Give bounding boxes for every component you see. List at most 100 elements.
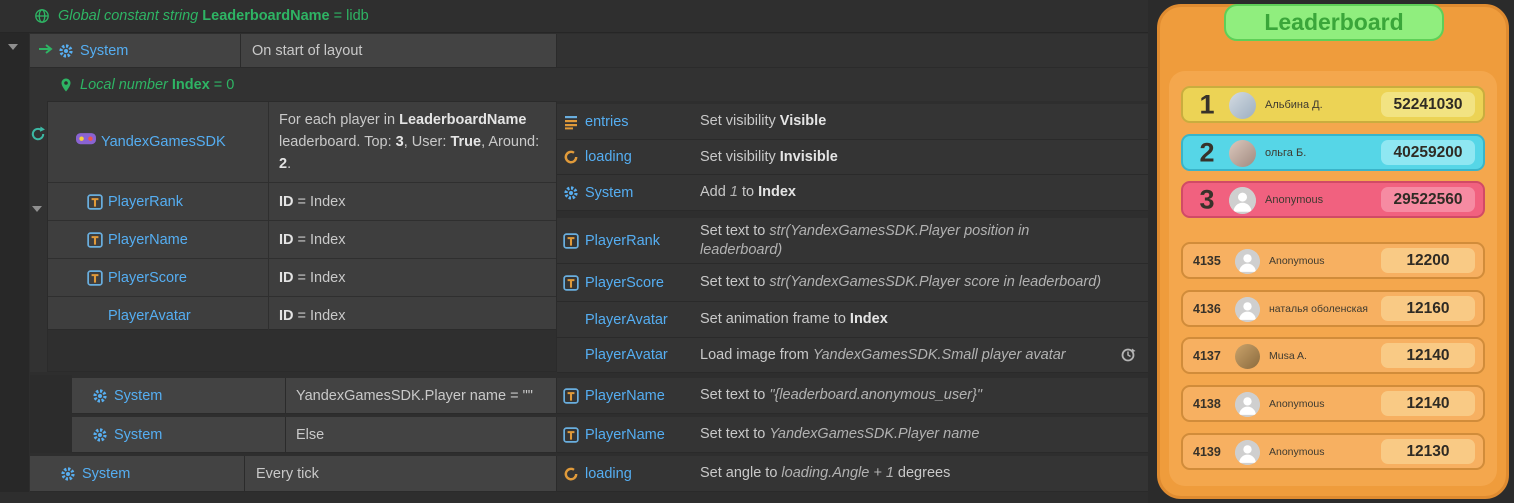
- player-name: Musa A.: [1269, 350, 1307, 362]
- condition-object-cell[interactable]: PlayerRank: [48, 183, 269, 220]
- player-score: 12130: [1406, 443, 1449, 461]
- condition-object-name[interactable]: YandexGamesSDK: [101, 134, 226, 150]
- subevent1-object-cell[interactable]: System: [72, 378, 286, 414]
- condition-param-cell[interactable]: For each player in LeaderboardName leade…: [269, 102, 556, 182]
- action-object-name[interactable]: PlayerName: [585, 388, 700, 404]
- player-score: 12140: [1406, 347, 1449, 365]
- action-row-avatar-frame[interactable]: PlayerAvatar Set animation frame to Inde…: [557, 302, 1148, 338]
- rank-label: 4135: [1193, 254, 1235, 268]
- condition-object-name[interactable]: PlayerAvatar: [108, 308, 191, 324]
- sub-event-margin: [30, 375, 72, 453]
- subevent2-condition-cell[interactable]: Else: [286, 417, 557, 453]
- text-object-icon: [563, 275, 579, 291]
- leaderboard-row: 4136 наталья оболенская 12160: [1181, 290, 1485, 327]
- local-variable-declaration: Local number Index = 0: [80, 77, 234, 93]
- condition-row-sdk[interactable]: YandexGamesSDK For each player in Leader…: [48, 102, 556, 183]
- tick-event-condition-cell[interactable]: Every tick: [245, 456, 557, 492]
- player-score: 12200: [1406, 252, 1449, 270]
- condition-object-name[interactable]: PlayerScore: [108, 270, 187, 286]
- action-row-entries-visible[interactable]: entries Set visibility Visible: [557, 104, 1148, 140]
- condition-row-playerscore[interactable]: PlayerScore ID = Index: [48, 259, 556, 297]
- rank-label: 4138: [1193, 397, 1235, 411]
- leaderboard-row: 3 Anonymous 29522560: [1181, 181, 1485, 218]
- player-name: Anonymous: [1269, 446, 1324, 458]
- condition-object-cell[interactable]: YandexGamesSDK: [48, 102, 269, 182]
- score-chip: 12140: [1381, 391, 1475, 416]
- player-name: Anonymous: [1269, 255, 1324, 267]
- action-row-add-index[interactable]: System Add 1 to Index: [557, 175, 1148, 211]
- action-object-name[interactable]: loading: [585, 466, 700, 482]
- player-name: наталья оболенская: [1269, 303, 1368, 315]
- player-score: 12140: [1406, 395, 1449, 413]
- condition-row-playerrank[interactable]: PlayerRank ID = Index: [48, 183, 556, 221]
- text-object-icon: [563, 427, 579, 443]
- action-object-name[interactable]: PlayerScore: [585, 275, 700, 291]
- action-object-name[interactable]: entries: [585, 114, 700, 130]
- local-variable-row[interactable]: Local number Index = 0: [30, 68, 1148, 101]
- condition-object-name[interactable]: System: [82, 466, 130, 482]
- subevent1-condition-cell[interactable]: YandexGamesSDK.Player name = "": [286, 378, 557, 414]
- action-row-loading-angle[interactable]: loading Set angle to loading.Angle + 1 d…: [557, 456, 1148, 492]
- expand-icon[interactable]: [8, 44, 18, 50]
- subevent2-object-cell[interactable]: System: [72, 417, 286, 453]
- action-row-loading-invisible[interactable]: loading Set visibility Invisible: [557, 140, 1148, 175]
- action-text: Add 1 to Index: [700, 183, 1140, 202]
- sdk-condition-block: YandexGamesSDK For each player in Leader…: [47, 101, 557, 330]
- action-row-score-text[interactable]: PlayerScore Set text to str(YandexGamesS…: [557, 264, 1148, 302]
- action-object-name[interactable]: PlayerName: [585, 427, 700, 443]
- action-object-name[interactable]: loading: [585, 149, 700, 165]
- sprite-object-icon: [563, 347, 579, 363]
- score-chip: 52241030: [1381, 92, 1475, 117]
- condition-row-playeravatar[interactable]: PlayerAvatar ID = Index: [48, 297, 556, 334]
- start-event-object-cell[interactable]: System: [30, 34, 241, 68]
- action-row-player-name[interactable]: PlayerName Set text to YandexGamesSDK.Pl…: [557, 417, 1148, 453]
- condition-object-name[interactable]: System: [80, 43, 128, 59]
- action-object-name[interactable]: PlayerAvatar: [585, 312, 700, 328]
- action-object-name[interactable]: PlayerRank: [585, 233, 700, 249]
- leaderboard-row: 2 ольга Б. 40259200: [1181, 134, 1485, 171]
- global-variable-declaration: Global constant string LeaderboardName =…: [58, 8, 369, 24]
- sprite-object-icon: [563, 312, 579, 328]
- condition-param-cell[interactable]: ID = Index: [269, 259, 556, 296]
- condition-object-name[interactable]: PlayerName: [108, 232, 188, 248]
- action-text: Set visibility Visible: [700, 112, 1140, 131]
- avatar: [1235, 392, 1260, 417]
- action-object-name[interactable]: System: [585, 185, 700, 201]
- condition-text: On start of layout: [252, 43, 362, 59]
- text-object-icon: [563, 233, 579, 249]
- condition-param-cell[interactable]: ID = Index: [269, 297, 556, 334]
- tick-event-object-cell[interactable]: System: [30, 456, 245, 492]
- player-name: Anonymous: [1265, 194, 1323, 206]
- avatar: [1229, 187, 1256, 214]
- trigger-icon: [38, 43, 54, 59]
- rank-label: 4136: [1193, 302, 1235, 316]
- leaderboard-title: Leaderboard: [1224, 4, 1444, 41]
- leaderboard-row: 4138 Anonymous 12140: [1181, 385, 1485, 422]
- text-object-icon: [87, 232, 103, 248]
- condition-object-cell[interactable]: PlayerName: [48, 221, 269, 258]
- action-row-rank-text[interactable]: PlayerRank Set text to str(YandexGamesSD…: [557, 218, 1148, 264]
- condition-object-cell[interactable]: PlayerAvatar: [48, 297, 269, 334]
- condition-object-name[interactable]: PlayerRank: [108, 194, 183, 210]
- condition-object-cell[interactable]: PlayerScore: [48, 259, 269, 296]
- action-row-anon-name[interactable]: PlayerName Set text to "{leaderboard.ano…: [557, 378, 1148, 414]
- expand-icon[interactable]: [32, 206, 42, 212]
- leaderboard-row: 4135 Anonymous 12200: [1181, 242, 1485, 279]
- condition-text: Else: [296, 427, 324, 443]
- sprite-object-icon: [87, 308, 103, 324]
- player-name: ольга Б.: [1265, 147, 1306, 159]
- action-object-name[interactable]: PlayerAvatar: [585, 347, 700, 363]
- start-event-action-area[interactable]: [557, 34, 1148, 68]
- condition-object-name[interactable]: System: [114, 388, 162, 404]
- action-text: Load image from YandexGamesSDK.Small pla…: [700, 346, 1140, 365]
- condition-param-cell[interactable]: ID = Index: [269, 183, 556, 220]
- avatar: [1229, 140, 1256, 167]
- action-text: Set text to str(YandexGamesSDK.Player po…: [700, 222, 1100, 260]
- action-row-avatar-load[interactable]: PlayerAvatar Load image from YandexGames…: [557, 338, 1148, 373]
- start-event-condition-cell[interactable]: On start of layout: [241, 34, 557, 68]
- condition-object-name[interactable]: System: [114, 427, 162, 443]
- global-variable-row[interactable]: Global constant string LeaderboardName =…: [0, 0, 1148, 33]
- leaderboard-row: 4137 Musa A. 12140: [1181, 337, 1485, 374]
- condition-row-playername[interactable]: PlayerName ID = Index: [48, 221, 556, 259]
- condition-param-cell[interactable]: ID = Index: [269, 221, 556, 258]
